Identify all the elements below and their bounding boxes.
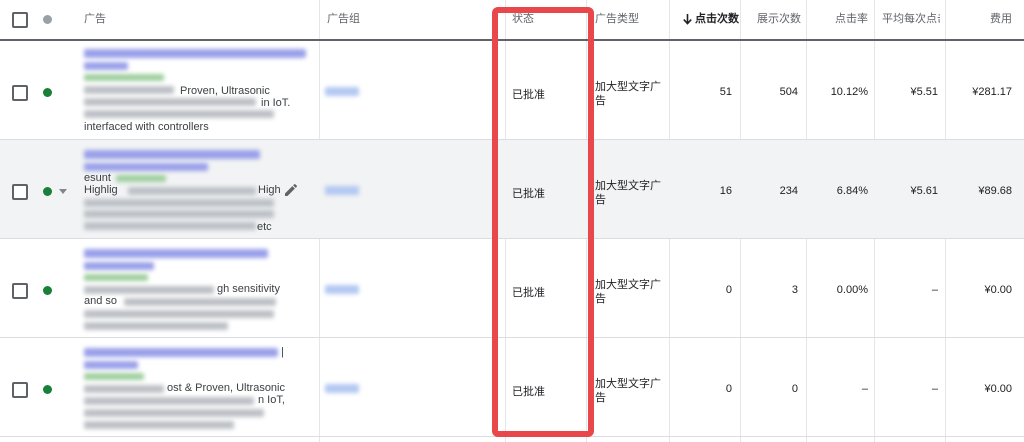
row-checkbox[interactable] xyxy=(12,85,28,101)
ad-description-blurred xyxy=(128,187,256,195)
impressions-value: 504 xyxy=(779,86,798,98)
cost-value: ¥281.17 xyxy=(972,86,1012,98)
ad-headline-blurred[interactable] xyxy=(84,262,154,270)
ad-description-blurred xyxy=(84,110,274,118)
column-header-ad-group[interactable]: 广告组 xyxy=(327,0,360,39)
ctr-value: – xyxy=(861,383,868,395)
ad-description-blurred xyxy=(84,385,164,393)
ad-description-text: etc xyxy=(257,221,272,233)
ctr-value: 6.84% xyxy=(836,185,868,197)
ad-headline-blurred[interactable] xyxy=(84,49,306,58)
status-value: 已批准 xyxy=(512,287,545,299)
ad-group-link-blurred[interactable] xyxy=(325,87,359,96)
avg-cpc-value: ¥5.61 xyxy=(910,185,938,197)
ad-description-blurred xyxy=(84,421,234,429)
ad-description-text: gh sensitivity xyxy=(217,283,280,295)
ad-description-text: Proven, Ultrasonic xyxy=(180,85,270,97)
ad-description-text: in IoT. xyxy=(261,97,291,109)
ad-url-blurred xyxy=(84,274,148,281)
select-all-checkbox[interactable] xyxy=(12,12,28,28)
ad-description-blurred xyxy=(84,222,256,230)
ad-description-blurred xyxy=(84,210,274,218)
ad-type-value: 加大型文字广告 xyxy=(595,378,661,404)
ad-headline-blurred[interactable] xyxy=(84,361,138,369)
ad-description-blurred xyxy=(84,98,256,106)
ad-description-blurred xyxy=(84,322,228,330)
column-header-status[interactable]: 状态 xyxy=(512,0,534,39)
row-checkbox[interactable] xyxy=(12,283,28,299)
ad-description-blurred xyxy=(84,286,214,294)
ad-description-blurred xyxy=(124,298,276,306)
cost-value: ¥0.00 xyxy=(984,284,1012,296)
ad-url-blurred xyxy=(84,74,164,81)
ctr-value: 0.00% xyxy=(836,284,868,296)
status-value: 已批准 xyxy=(512,386,545,398)
impressions-value: 0 xyxy=(791,383,798,395)
ad-group-link-blurred[interactable] xyxy=(325,285,359,294)
pencil-icon[interactable] xyxy=(283,182,299,198)
ad-url-blurred xyxy=(116,175,166,182)
column-header-ad[interactable]: 广告 xyxy=(84,0,106,39)
clicks-value: 0 xyxy=(725,284,732,296)
ad-headline-blurred[interactable] xyxy=(84,249,268,258)
clicks-value: 0 xyxy=(725,383,732,395)
table-row[interactable]: esunt Highlig High etc 已批准 加大型文字广告 16 23… xyxy=(0,140,1024,239)
ad-group-link-blurred[interactable] xyxy=(325,384,359,393)
status-filter-icon[interactable] xyxy=(43,15,52,24)
ad-description-text: High xyxy=(258,184,281,196)
clicks-value: 51 xyxy=(719,86,732,98)
table-row[interactable]: | ost & Proven, Ultrasonic n IoT, 已批准 加大… xyxy=(0,338,1024,437)
column-header-clicks-label: 点击次数 xyxy=(695,13,739,25)
ad-description-blurred xyxy=(84,409,264,417)
ad-headline-blurred[interactable] xyxy=(84,348,278,357)
ad-url-blurred xyxy=(84,373,144,380)
column-header-cost[interactable]: 费用 xyxy=(950,0,1012,39)
table-header: 广告 广告组 状态 广告类型 点击次数 展示次数 点击率 平均每次点击费用 费用 xyxy=(0,0,1024,41)
ad-description-text: Highlig xyxy=(84,184,118,196)
column-header-impressions[interactable]: 展示次数 xyxy=(757,0,801,39)
avg-cpc-value: – xyxy=(931,383,938,395)
ad-description-blurred xyxy=(84,310,274,318)
status-dot-icon xyxy=(43,187,52,196)
status-dot-icon xyxy=(43,88,52,97)
ad-description-blurred xyxy=(84,199,274,207)
column-header-ctr[interactable]: 点击率 xyxy=(812,0,868,39)
avg-cpc-value: – xyxy=(931,284,938,296)
ad-description-text: esunt xyxy=(84,172,111,184)
arrow-down-icon xyxy=(683,13,692,25)
clicks-value: 16 xyxy=(719,185,732,197)
impressions-value: 3 xyxy=(791,284,798,296)
row-checkbox[interactable] xyxy=(12,184,28,200)
status-dot-icon xyxy=(43,385,52,394)
status-value: 已批准 xyxy=(512,89,545,101)
ad-description-text: | xyxy=(281,346,284,358)
ad-description-blurred xyxy=(84,86,174,94)
column-header-ad-type[interactable]: 广告类型 xyxy=(595,0,639,39)
cost-value: ¥89.68 xyxy=(978,185,1012,197)
status-value: 已批准 xyxy=(512,188,545,200)
impressions-value: 234 xyxy=(779,185,798,197)
ad-description-blurred xyxy=(84,397,254,405)
ctr-value: 10.12% xyxy=(830,86,868,98)
ad-headline-blurred[interactable] xyxy=(84,163,208,171)
ad-description-text: interfaced with controllers xyxy=(84,121,209,133)
ad-headline-blurred[interactable] xyxy=(84,62,128,70)
status-dot-icon xyxy=(43,286,52,295)
ad-type-value: 加大型文字广告 xyxy=(595,180,661,206)
avg-cpc-value: ¥5.51 xyxy=(910,86,938,98)
caret-down-icon[interactable] xyxy=(59,189,67,194)
ad-group-link-blurred[interactable] xyxy=(325,186,359,195)
column-header-avg-cpc[interactable]: 平均每次点击费用 xyxy=(882,0,940,39)
ad-headline-blurred[interactable] xyxy=(84,150,260,159)
table-row[interactable]: gh sensitivity and so 已批准 加大型文字广告 0 3 0.… xyxy=(0,239,1024,338)
table-row[interactable]: Proven, Ultrasonic in IoT. interfaced wi… xyxy=(0,41,1024,140)
cost-value: ¥0.00 xyxy=(984,383,1012,395)
ad-description-text: and so xyxy=(84,295,118,307)
ad-description-text: n IoT, xyxy=(258,394,285,406)
ad-type-value: 加大型文字广告 xyxy=(595,279,661,305)
ad-type-value: 加大型文字广告 xyxy=(595,81,661,107)
row-checkbox[interactable] xyxy=(12,382,28,398)
ad-description-text: ost & Proven, Ultrasonic xyxy=(167,382,285,394)
column-header-clicks[interactable]: 点击次数 xyxy=(683,0,739,39)
